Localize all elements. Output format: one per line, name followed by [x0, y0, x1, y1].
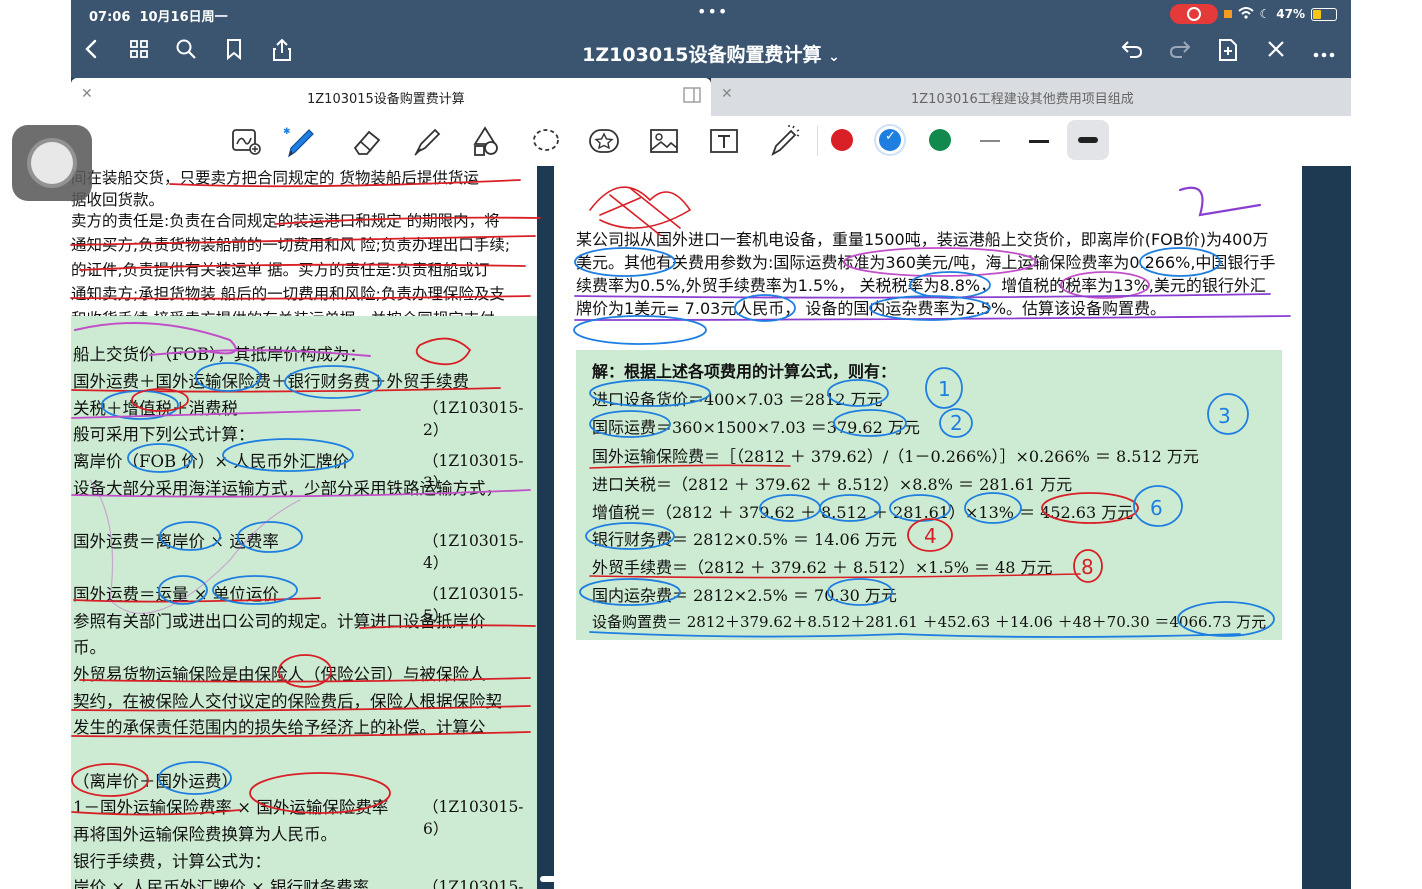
lasso-select-icon[interactable]	[529, 124, 565, 158]
screen-recording-icon[interactable]	[1169, 4, 1218, 24]
document-title[interactable]: 1Z103015设备购置费计算 ⌄	[71, 40, 1351, 67]
checkmark-icon: ✓	[885, 129, 896, 144]
multitask-dots-icon[interactable]: •••	[697, 2, 728, 21]
image-icon[interactable]	[647, 124, 683, 158]
document-tabs: ✕ 1Z103015设备购置费计算 ✕ 1Z103016工程建设其他费用项目组成	[71, 78, 1351, 116]
green-color-swatch[interactable]	[929, 129, 951, 151]
toolbar-divider	[817, 126, 818, 156]
battery-icon	[1311, 7, 1337, 21]
add-page-icon[interactable]	[1213, 38, 1243, 68]
sticker-icon[interactable]	[587, 124, 623, 158]
text-box-icon[interactable]	[707, 124, 743, 158]
problem-statement: 某公司拟从国外进口一套机电设备，重量1500吨，装运港船上交货价，即离岸价(FO…	[576, 230, 1276, 318]
shapes-icon[interactable]	[469, 124, 505, 158]
lasso-handwriting-icon[interactable]	[229, 124, 265, 158]
drawing-toolbar: ✱ ✓	[71, 116, 1351, 166]
red-color-swatch[interactable]	[831, 129, 853, 151]
close-x-icon[interactable]	[1261, 38, 1291, 68]
assistive-touch-button[interactable]	[12, 125, 92, 201]
left-page: 间在装船交货，只要卖方把合同规定的 货物装船后提供货运 据收回货款。 卖方的责任…	[71, 166, 537, 889]
right-page: 某公司拟从国外进口一套机电设备，重量1500吨，装运港船上交货价，即离岸价(FO…	[554, 166, 1302, 889]
mic-indicator-icon	[1223, 10, 1232, 18]
wifi-icon	[1237, 6, 1254, 22]
undo-icon[interactable]	[1117, 38, 1147, 68]
eraser-icon[interactable]	[349, 124, 385, 158]
tab-active-doc[interactable]: ✕ 1Z103015设备购置费计算	[71, 78, 711, 116]
tab-inactive-doc[interactable]: ✕ 1Z103016工程建设其他费用项目组成	[711, 78, 1351, 116]
left-green-formula-area: 船上交货价（FOB），其抵岸价构成为： 国外运费＋国外运输保险费＋银行财务费＋外…	[71, 316, 537, 889]
thin-stroke-option[interactable]	[980, 140, 1000, 142]
split-view-icon[interactable]	[683, 87, 701, 107]
thick-stroke-bar	[1078, 137, 1098, 143]
pen-tool-icon[interactable]: ✱	[281, 124, 317, 158]
medium-stroke-option[interactable]	[1029, 140, 1049, 143]
status-time: 07:06 10月16日周一	[89, 10, 228, 25]
solution-box: 解：根据上述各项费用的计算公式，则有： 进口设备货价＝400×7.03 ＝281…	[576, 350, 1282, 640]
close-icon[interactable]: ✕	[81, 86, 93, 102]
status-indicators: ☾ 47%	[1169, 4, 1337, 24]
moon-icon: ☾	[1259, 7, 1271, 21]
battery-percent: 47%	[1276, 7, 1305, 21]
left-page-top-text: 间在装船交货，只要卖方把合同规定的 货物装船后提供货运 据收回货款。 卖方的责任…	[71, 169, 511, 328]
more-icon[interactable]	[1309, 38, 1339, 68]
chevron-down-icon[interactable]: ⌄	[828, 49, 840, 65]
notes-app-window: 07:06 10月16日周一 ••• ☾ 47% 1Z103015设备购置费计算…	[71, 0, 1351, 889]
home-indicator[interactable]	[540, 876, 882, 882]
svg-text:✱: ✱	[283, 127, 291, 137]
page-gap	[537, 166, 554, 889]
close-icon[interactable]: ✕	[721, 86, 733, 102]
top-navigation-bar: 07:06 10月16日周一 ••• ☾ 47% 1Z103015设备购置费计算…	[71, 0, 1351, 78]
highlighter-icon[interactable]	[409, 124, 445, 158]
laser-pointer-icon[interactable]	[767, 124, 803, 158]
redo-icon[interactable]	[1165, 38, 1195, 68]
